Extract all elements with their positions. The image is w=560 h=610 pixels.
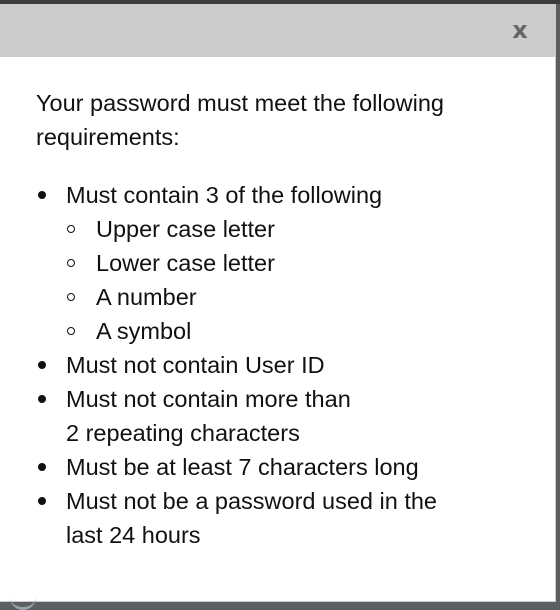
close-icon[interactable]: x	[509, 15, 531, 45]
character-class-list: Upper case letter Lower case letter A nu…	[66, 212, 516, 348]
sub-requirement-item: A symbol	[66, 314, 516, 348]
requirement-label: Must not contain User ID	[66, 352, 325, 378]
sub-requirement-item: A number	[66, 280, 516, 314]
requirement-label-line: Must not be a password used in the	[66, 488, 437, 514]
requirement-item: Must not be a password used in the last …	[36, 484, 516, 552]
dialog-content: Your password must meet the following re…	[36, 86, 516, 552]
requirement-label-line: last 24 hours	[66, 522, 201, 548]
password-requirements-dialog: x Your password must meet the following …	[0, 4, 556, 602]
requirement-item: Must not contain User ID	[36, 348, 516, 382]
requirement-label-line: Must not contain more than	[66, 386, 351, 412]
requirements-intro: Your password must meet the following re…	[36, 90, 444, 150]
requirement-label-line: 2 repeating characters	[66, 420, 300, 446]
requirement-item: Must not contain more than 2 repeating c…	[36, 382, 516, 450]
sub-requirement-item: Lower case letter	[66, 246, 516, 280]
requirement-item: Must contain 3 of the following Upper ca…	[36, 178, 516, 348]
dialog-titlebar: x	[0, 4, 555, 57]
requirement-label: Must be at least 7 characters long	[66, 454, 419, 480]
requirement-item: Must be at least 7 characters long	[36, 450, 516, 484]
requirement-label: Must contain 3 of the following	[66, 182, 383, 208]
requirements-list: Must contain 3 of the following Upper ca…	[36, 178, 516, 552]
sub-requirement-item: Upper case letter	[66, 212, 516, 246]
